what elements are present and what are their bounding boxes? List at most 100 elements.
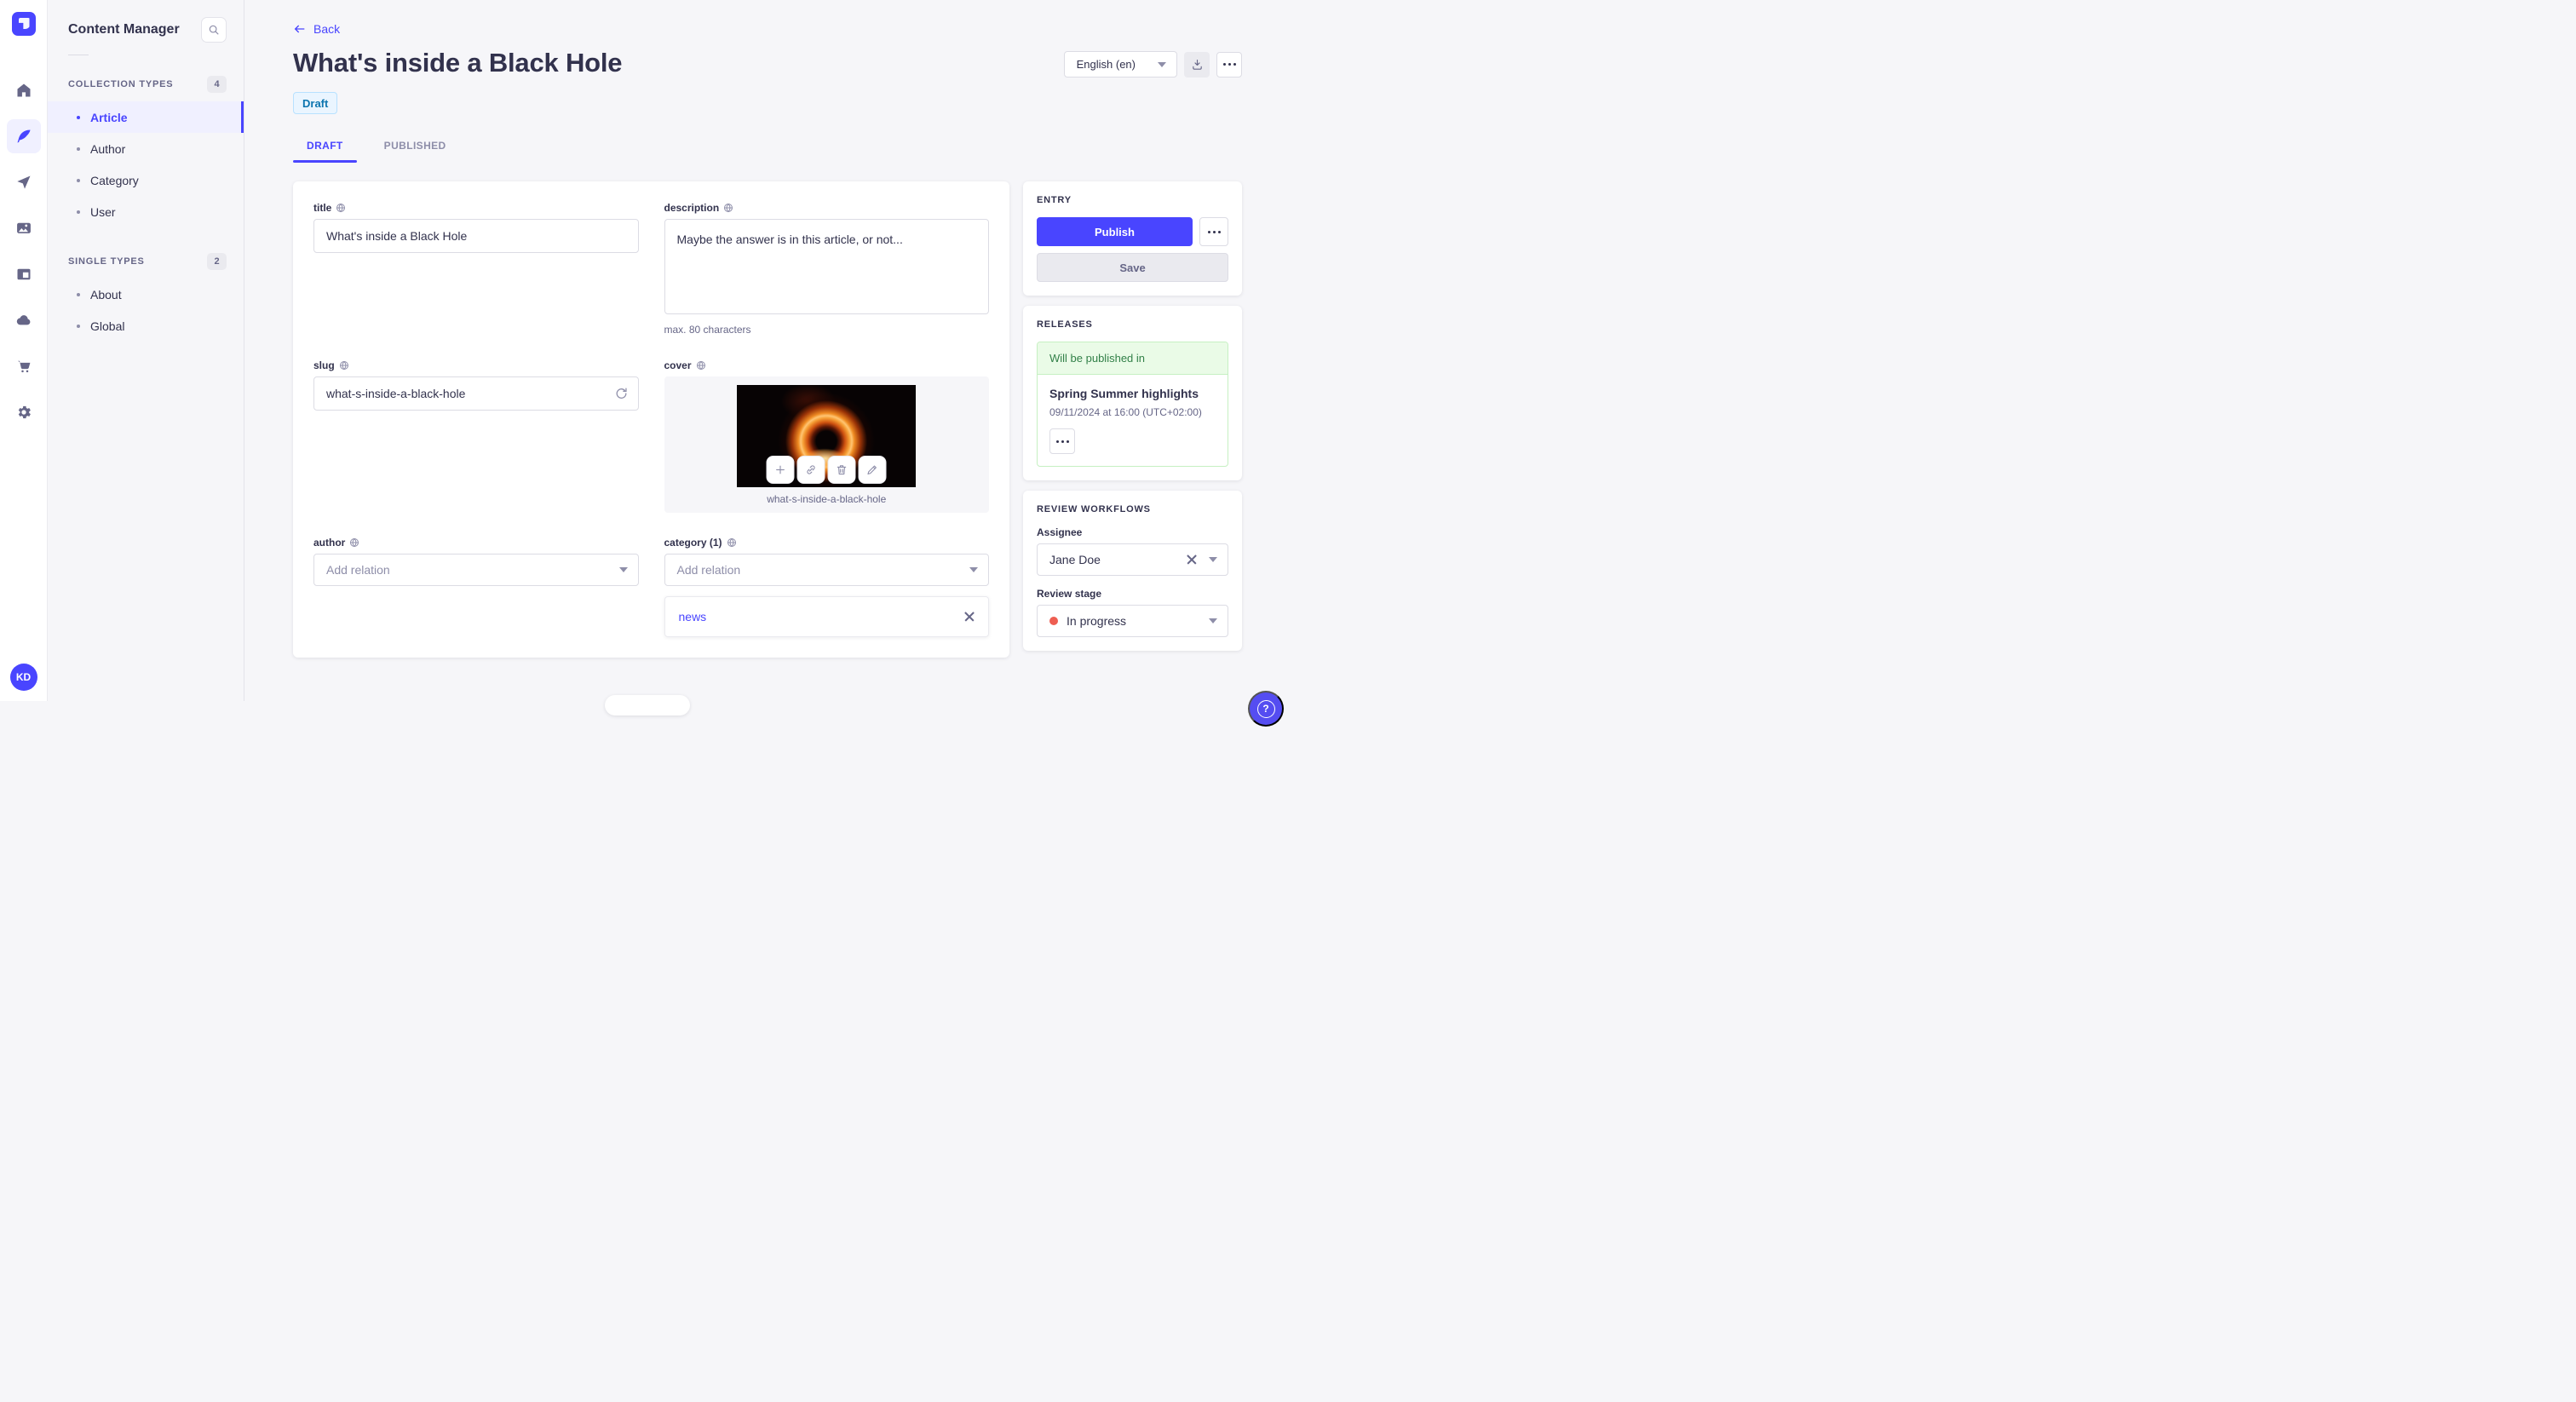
assignee-label: Assignee: [1037, 526, 1083, 538]
section-label-collection-types: COLLECTION TYPES: [68, 79, 174, 89]
search-icon: [209, 25, 219, 35]
back-label: Back: [313, 22, 341, 36]
help-button[interactable]: ?: [1248, 691, 1284, 727]
main-content: Back What's inside a Black Hole English …: [244, 0, 1288, 701]
bullet-dot: [77, 324, 80, 328]
rail-nav: [6, 73, 41, 429]
chevron-down-icon: [969, 567, 978, 572]
language-value: English (en): [1076, 58, 1136, 71]
strapi-logo[interactable]: [11, 12, 36, 36]
field-slug-label: slug: [313, 359, 335, 371]
tab-published[interactable]: PUBLISHED: [371, 133, 460, 163]
globe-icon: [339, 360, 348, 371]
release-date: 09/11/2024 at 16:00 (UTC+02:00): [1049, 406, 1202, 418]
stage-status-dot: [1049, 617, 1058, 625]
slug-input[interactable]: [313, 376, 639, 411]
trash-icon: [837, 465, 847, 475]
more-actions-button[interactable]: [1216, 51, 1242, 78]
pencil-icon: [867, 465, 877, 475]
category-placeholder: Add relation: [676, 563, 741, 577]
bullet-dot: [77, 115, 80, 119]
remove-relation-icon[interactable]: [964, 612, 975, 622]
globe-icon: [336, 203, 346, 213]
sidebar-item-global[interactable]: Global: [48, 310, 244, 342]
chevron-down-icon: [618, 567, 628, 572]
save-button[interactable]: Save: [1037, 253, 1228, 282]
assignee-combobox[interactable]: Jane Doe: [1037, 543, 1228, 576]
chevron-down-icon: [1209, 618, 1217, 623]
chevron-down-icon: [1209, 557, 1217, 562]
content-manager-icon[interactable]: [6, 119, 41, 153]
cover-actions: [766, 456, 887, 484]
sidebar-item-user[interactable]: User: [48, 196, 244, 227]
content-manager-sidebar: Content Manager COLLECTION TYPES 4 Artic…: [48, 0, 244, 701]
category-relation-combobox[interactable]: Add relation: [664, 554, 989, 586]
sidebar-item-label: Global: [90, 319, 125, 333]
copy-link-button[interactable]: [796, 456, 825, 484]
language-select[interactable]: English (en): [1063, 51, 1177, 78]
ellipsis-icon: [1222, 63, 1236, 66]
release-name: Spring Summer highlights: [1049, 387, 1199, 400]
review-panel-title: REVIEW WORKFLOWS: [1037, 504, 1151, 514]
relation-item-news: news: [664, 596, 989, 637]
releases-panel: RELEASES Will be published in Spring Sum…: [1023, 306, 1242, 480]
bullet-dot: [77, 210, 80, 214]
bullet-dot: [77, 147, 80, 151]
stage-value: In progress: [1067, 614, 1127, 628]
release-status: Will be published in: [1038, 342, 1228, 375]
author-relation-combobox[interactable]: Add relation: [313, 554, 639, 586]
version-tabs: DRAFT PUBLISHED: [293, 133, 1242, 163]
regenerate-slug-button[interactable]: [614, 387, 629, 401]
avatar[interactable]: KD: [9, 664, 37, 691]
search-button[interactable]: [201, 17, 227, 43]
add-media-button[interactable]: [766, 456, 795, 484]
publish-button[interactable]: Publish: [1037, 217, 1193, 246]
field-category: category (1) Add relation news: [664, 537, 989, 637]
release-more-button[interactable]: [1049, 428, 1075, 454]
title-input[interactable]: [313, 219, 639, 253]
back-link[interactable]: Back: [293, 22, 340, 36]
content-type-builder-icon[interactable]: [7, 257, 41, 291]
collection-types-count: 4: [207, 76, 227, 93]
review-workflows-panel: REVIEW WORKFLOWS Assignee Jane Doe Revie…: [1023, 491, 1242, 651]
ellipsis-icon: [1207, 230, 1221, 233]
sidebar-title: Content Manager: [68, 22, 180, 37]
field-category-label: category (1): [664, 537, 722, 549]
export-button[interactable]: [1184, 51, 1210, 78]
tab-draft[interactable]: DRAFT: [293, 133, 357, 163]
globe-icon: [696, 360, 705, 371]
sidebar-item-article[interactable]: Article: [48, 101, 244, 133]
relation-link[interactable]: news: [679, 610, 707, 623]
sidebar-item-label: About: [90, 287, 122, 302]
edit-media-button[interactable]: [858, 456, 887, 484]
field-title-label: title: [313, 202, 332, 214]
review-stage-select[interactable]: In progress: [1037, 605, 1228, 637]
edit-form-panel: title description Maybe the answer is in…: [293, 181, 1009, 658]
delete-media-button[interactable]: [827, 456, 856, 484]
single-types-count: 2: [207, 253, 227, 270]
next-panel-peek: [605, 695, 690, 715]
clear-assignee-icon[interactable]: [1187, 554, 1197, 565]
download-icon: [1192, 59, 1202, 70]
ellipsis-icon: [1055, 440, 1069, 443]
entry-panel-title: ENTRY: [1037, 195, 1072, 205]
home-icon[interactable]: [7, 73, 41, 107]
assignee-value: Jane Doe: [1049, 553, 1101, 566]
page-title: What's inside a Black Hole: [293, 48, 623, 78]
section-label-single-types: SINGLE TYPES: [68, 256, 145, 267]
entry-more-button[interactable]: [1199, 217, 1228, 246]
cover-filename: what-s-inside-a-black-hole: [767, 493, 887, 505]
releases-icon[interactable]: [7, 165, 41, 199]
sidebar-item-author[interactable]: Author: [48, 133, 244, 164]
settings-gear-icon[interactable]: [7, 395, 41, 429]
description-textarea[interactable]: Maybe the answer is in this article, or …: [664, 219, 989, 314]
sidebar-item-about[interactable]: About: [48, 279, 244, 310]
sidebar-item-category[interactable]: Category: [48, 164, 244, 196]
deploy-cloud-icon[interactable]: [7, 303, 41, 337]
sidebar-item-label: Author: [90, 141, 126, 156]
field-cover-label: cover: [664, 359, 692, 371]
marketplace-cart-icon[interactable]: [7, 349, 41, 383]
field-author-label: author: [313, 537, 346, 549]
media-library-icon[interactable]: [7, 211, 41, 245]
sidebar-item-label: Article: [90, 110, 128, 124]
